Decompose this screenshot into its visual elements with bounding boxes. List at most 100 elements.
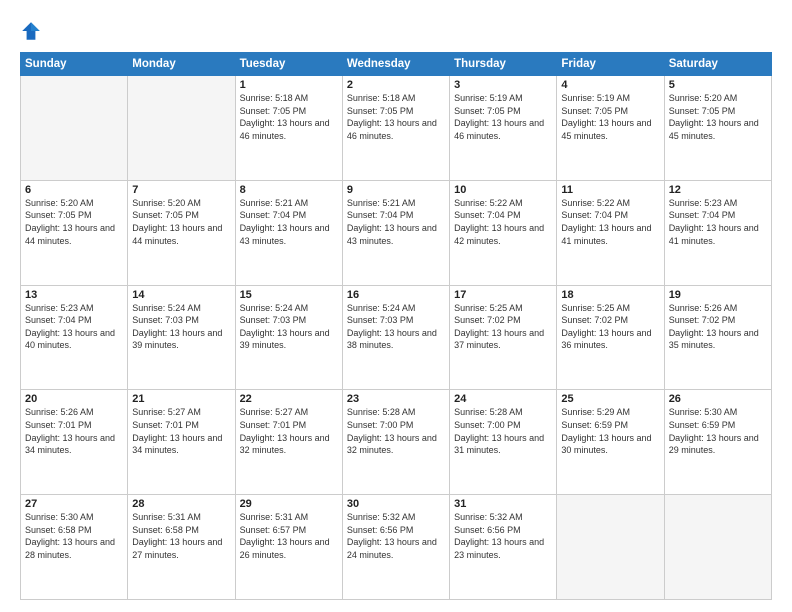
day-info: Sunrise: 5:18 AM Sunset: 7:05 PM Dayligh… (240, 92, 338, 142)
day-number: 31 (454, 498, 552, 510)
day-info: Sunrise: 5:31 AM Sunset: 6:58 PM Dayligh… (132, 511, 230, 561)
day-number: 14 (132, 289, 230, 301)
calendar-cell: 5Sunrise: 5:20 AM Sunset: 7:05 PM Daylig… (664, 76, 771, 181)
calendar-cell: 13Sunrise: 5:23 AM Sunset: 7:04 PM Dayli… (21, 285, 128, 390)
calendar-week-4: 27Sunrise: 5:30 AM Sunset: 6:58 PM Dayli… (21, 495, 772, 600)
calendar-cell: 12Sunrise: 5:23 AM Sunset: 7:04 PM Dayli… (664, 180, 771, 285)
calendar-cell: 31Sunrise: 5:32 AM Sunset: 6:56 PM Dayli… (450, 495, 557, 600)
calendar-cell: 4Sunrise: 5:19 AM Sunset: 7:05 PM Daylig… (557, 76, 664, 181)
day-info: Sunrise: 5:29 AM Sunset: 6:59 PM Dayligh… (561, 406, 659, 456)
day-number: 12 (669, 184, 767, 196)
day-header-tuesday: Tuesday (235, 53, 342, 76)
day-info: Sunrise: 5:32 AM Sunset: 6:56 PM Dayligh… (347, 511, 445, 561)
day-header-monday: Monday (128, 53, 235, 76)
calendar-cell: 2Sunrise: 5:18 AM Sunset: 7:05 PM Daylig… (342, 76, 449, 181)
day-number: 27 (25, 498, 123, 510)
day-info: Sunrise: 5:26 AM Sunset: 7:02 PM Dayligh… (669, 302, 767, 352)
day-info: Sunrise: 5:25 AM Sunset: 7:02 PM Dayligh… (561, 302, 659, 352)
calendar-cell: 19Sunrise: 5:26 AM Sunset: 7:02 PM Dayli… (664, 285, 771, 390)
calendar-week-1: 6Sunrise: 5:20 AM Sunset: 7:05 PM Daylig… (21, 180, 772, 285)
day-info: Sunrise: 5:21 AM Sunset: 7:04 PM Dayligh… (347, 197, 445, 247)
calendar-cell: 26Sunrise: 5:30 AM Sunset: 6:59 PM Dayli… (664, 390, 771, 495)
day-info: Sunrise: 5:20 AM Sunset: 7:05 PM Dayligh… (669, 92, 767, 142)
day-header-wednesday: Wednesday (342, 53, 449, 76)
day-info: Sunrise: 5:25 AM Sunset: 7:02 PM Dayligh… (454, 302, 552, 352)
logo-icon (20, 20, 42, 42)
day-info: Sunrise: 5:24 AM Sunset: 7:03 PM Dayligh… (240, 302, 338, 352)
calendar-cell (664, 495, 771, 600)
day-info: Sunrise: 5:24 AM Sunset: 7:03 PM Dayligh… (347, 302, 445, 352)
calendar-cell: 28Sunrise: 5:31 AM Sunset: 6:58 PM Dayli… (128, 495, 235, 600)
calendar-cell: 21Sunrise: 5:27 AM Sunset: 7:01 PM Dayli… (128, 390, 235, 495)
calendar-week-2: 13Sunrise: 5:23 AM Sunset: 7:04 PM Dayli… (21, 285, 772, 390)
day-number: 20 (25, 393, 123, 405)
calendar-table: SundayMondayTuesdayWednesdayThursdayFrid… (20, 52, 772, 600)
day-info: Sunrise: 5:22 AM Sunset: 7:04 PM Dayligh… (454, 197, 552, 247)
calendar-cell: 27Sunrise: 5:30 AM Sunset: 6:58 PM Dayli… (21, 495, 128, 600)
day-info: Sunrise: 5:31 AM Sunset: 6:57 PM Dayligh… (240, 511, 338, 561)
day-number: 9 (347, 184, 445, 196)
day-header-saturday: Saturday (664, 53, 771, 76)
day-info: Sunrise: 5:27 AM Sunset: 7:01 PM Dayligh… (240, 406, 338, 456)
calendar-cell: 16Sunrise: 5:24 AM Sunset: 7:03 PM Dayli… (342, 285, 449, 390)
day-info: Sunrise: 5:19 AM Sunset: 7:05 PM Dayligh… (454, 92, 552, 142)
calendar-cell: 14Sunrise: 5:24 AM Sunset: 7:03 PM Dayli… (128, 285, 235, 390)
calendar-cell: 11Sunrise: 5:22 AM Sunset: 7:04 PM Dayli… (557, 180, 664, 285)
day-info: Sunrise: 5:24 AM Sunset: 7:03 PM Dayligh… (132, 302, 230, 352)
day-number: 10 (454, 184, 552, 196)
calendar-header-row: SundayMondayTuesdayWednesdayThursdayFrid… (21, 53, 772, 76)
day-number: 13 (25, 289, 123, 301)
day-number: 23 (347, 393, 445, 405)
day-number: 18 (561, 289, 659, 301)
day-info: Sunrise: 5:20 AM Sunset: 7:05 PM Dayligh… (25, 197, 123, 247)
day-number: 15 (240, 289, 338, 301)
day-header-friday: Friday (557, 53, 664, 76)
calendar-cell: 20Sunrise: 5:26 AM Sunset: 7:01 PM Dayli… (21, 390, 128, 495)
day-info: Sunrise: 5:19 AM Sunset: 7:05 PM Dayligh… (561, 92, 659, 142)
day-info: Sunrise: 5:30 AM Sunset: 6:58 PM Dayligh… (25, 511, 123, 561)
day-info: Sunrise: 5:32 AM Sunset: 6:56 PM Dayligh… (454, 511, 552, 561)
day-info: Sunrise: 5:22 AM Sunset: 7:04 PM Dayligh… (561, 197, 659, 247)
day-number: 7 (132, 184, 230, 196)
day-info: Sunrise: 5:18 AM Sunset: 7:05 PM Dayligh… (347, 92, 445, 142)
day-number: 29 (240, 498, 338, 510)
calendar-cell: 8Sunrise: 5:21 AM Sunset: 7:04 PM Daylig… (235, 180, 342, 285)
day-number: 26 (669, 393, 767, 405)
day-number: 8 (240, 184, 338, 196)
calendar-cell: 7Sunrise: 5:20 AM Sunset: 7:05 PM Daylig… (128, 180, 235, 285)
page: SundayMondayTuesdayWednesdayThursdayFrid… (0, 0, 792, 612)
day-number: 3 (454, 79, 552, 91)
day-number: 11 (561, 184, 659, 196)
day-number: 21 (132, 393, 230, 405)
calendar-cell: 15Sunrise: 5:24 AM Sunset: 7:03 PM Dayli… (235, 285, 342, 390)
day-info: Sunrise: 5:28 AM Sunset: 7:00 PM Dayligh… (454, 406, 552, 456)
day-info: Sunrise: 5:23 AM Sunset: 7:04 PM Dayligh… (25, 302, 123, 352)
day-number: 19 (669, 289, 767, 301)
day-number: 28 (132, 498, 230, 510)
calendar-cell: 10Sunrise: 5:22 AM Sunset: 7:04 PM Dayli… (450, 180, 557, 285)
calendar-cell: 17Sunrise: 5:25 AM Sunset: 7:02 PM Dayli… (450, 285, 557, 390)
calendar-cell: 22Sunrise: 5:27 AM Sunset: 7:01 PM Dayli… (235, 390, 342, 495)
day-info: Sunrise: 5:21 AM Sunset: 7:04 PM Dayligh… (240, 197, 338, 247)
day-info: Sunrise: 5:28 AM Sunset: 7:00 PM Dayligh… (347, 406, 445, 456)
calendar-cell: 25Sunrise: 5:29 AM Sunset: 6:59 PM Dayli… (557, 390, 664, 495)
calendar-cell (128, 76, 235, 181)
calendar-cell (21, 76, 128, 181)
calendar-cell: 9Sunrise: 5:21 AM Sunset: 7:04 PM Daylig… (342, 180, 449, 285)
calendar-week-0: 1Sunrise: 5:18 AM Sunset: 7:05 PM Daylig… (21, 76, 772, 181)
day-header-thursday: Thursday (450, 53, 557, 76)
day-number: 17 (454, 289, 552, 301)
day-info: Sunrise: 5:23 AM Sunset: 7:04 PM Dayligh… (669, 197, 767, 247)
day-info: Sunrise: 5:27 AM Sunset: 7:01 PM Dayligh… (132, 406, 230, 456)
day-number: 24 (454, 393, 552, 405)
calendar-cell (557, 495, 664, 600)
calendar-cell: 18Sunrise: 5:25 AM Sunset: 7:02 PM Dayli… (557, 285, 664, 390)
calendar-cell: 24Sunrise: 5:28 AM Sunset: 7:00 PM Dayli… (450, 390, 557, 495)
day-number: 6 (25, 184, 123, 196)
header (20, 18, 772, 42)
calendar-cell: 1Sunrise: 5:18 AM Sunset: 7:05 PM Daylig… (235, 76, 342, 181)
day-number: 5 (669, 79, 767, 91)
day-info: Sunrise: 5:30 AM Sunset: 6:59 PM Dayligh… (669, 406, 767, 456)
day-number: 22 (240, 393, 338, 405)
calendar-cell: 3Sunrise: 5:19 AM Sunset: 7:05 PM Daylig… (450, 76, 557, 181)
